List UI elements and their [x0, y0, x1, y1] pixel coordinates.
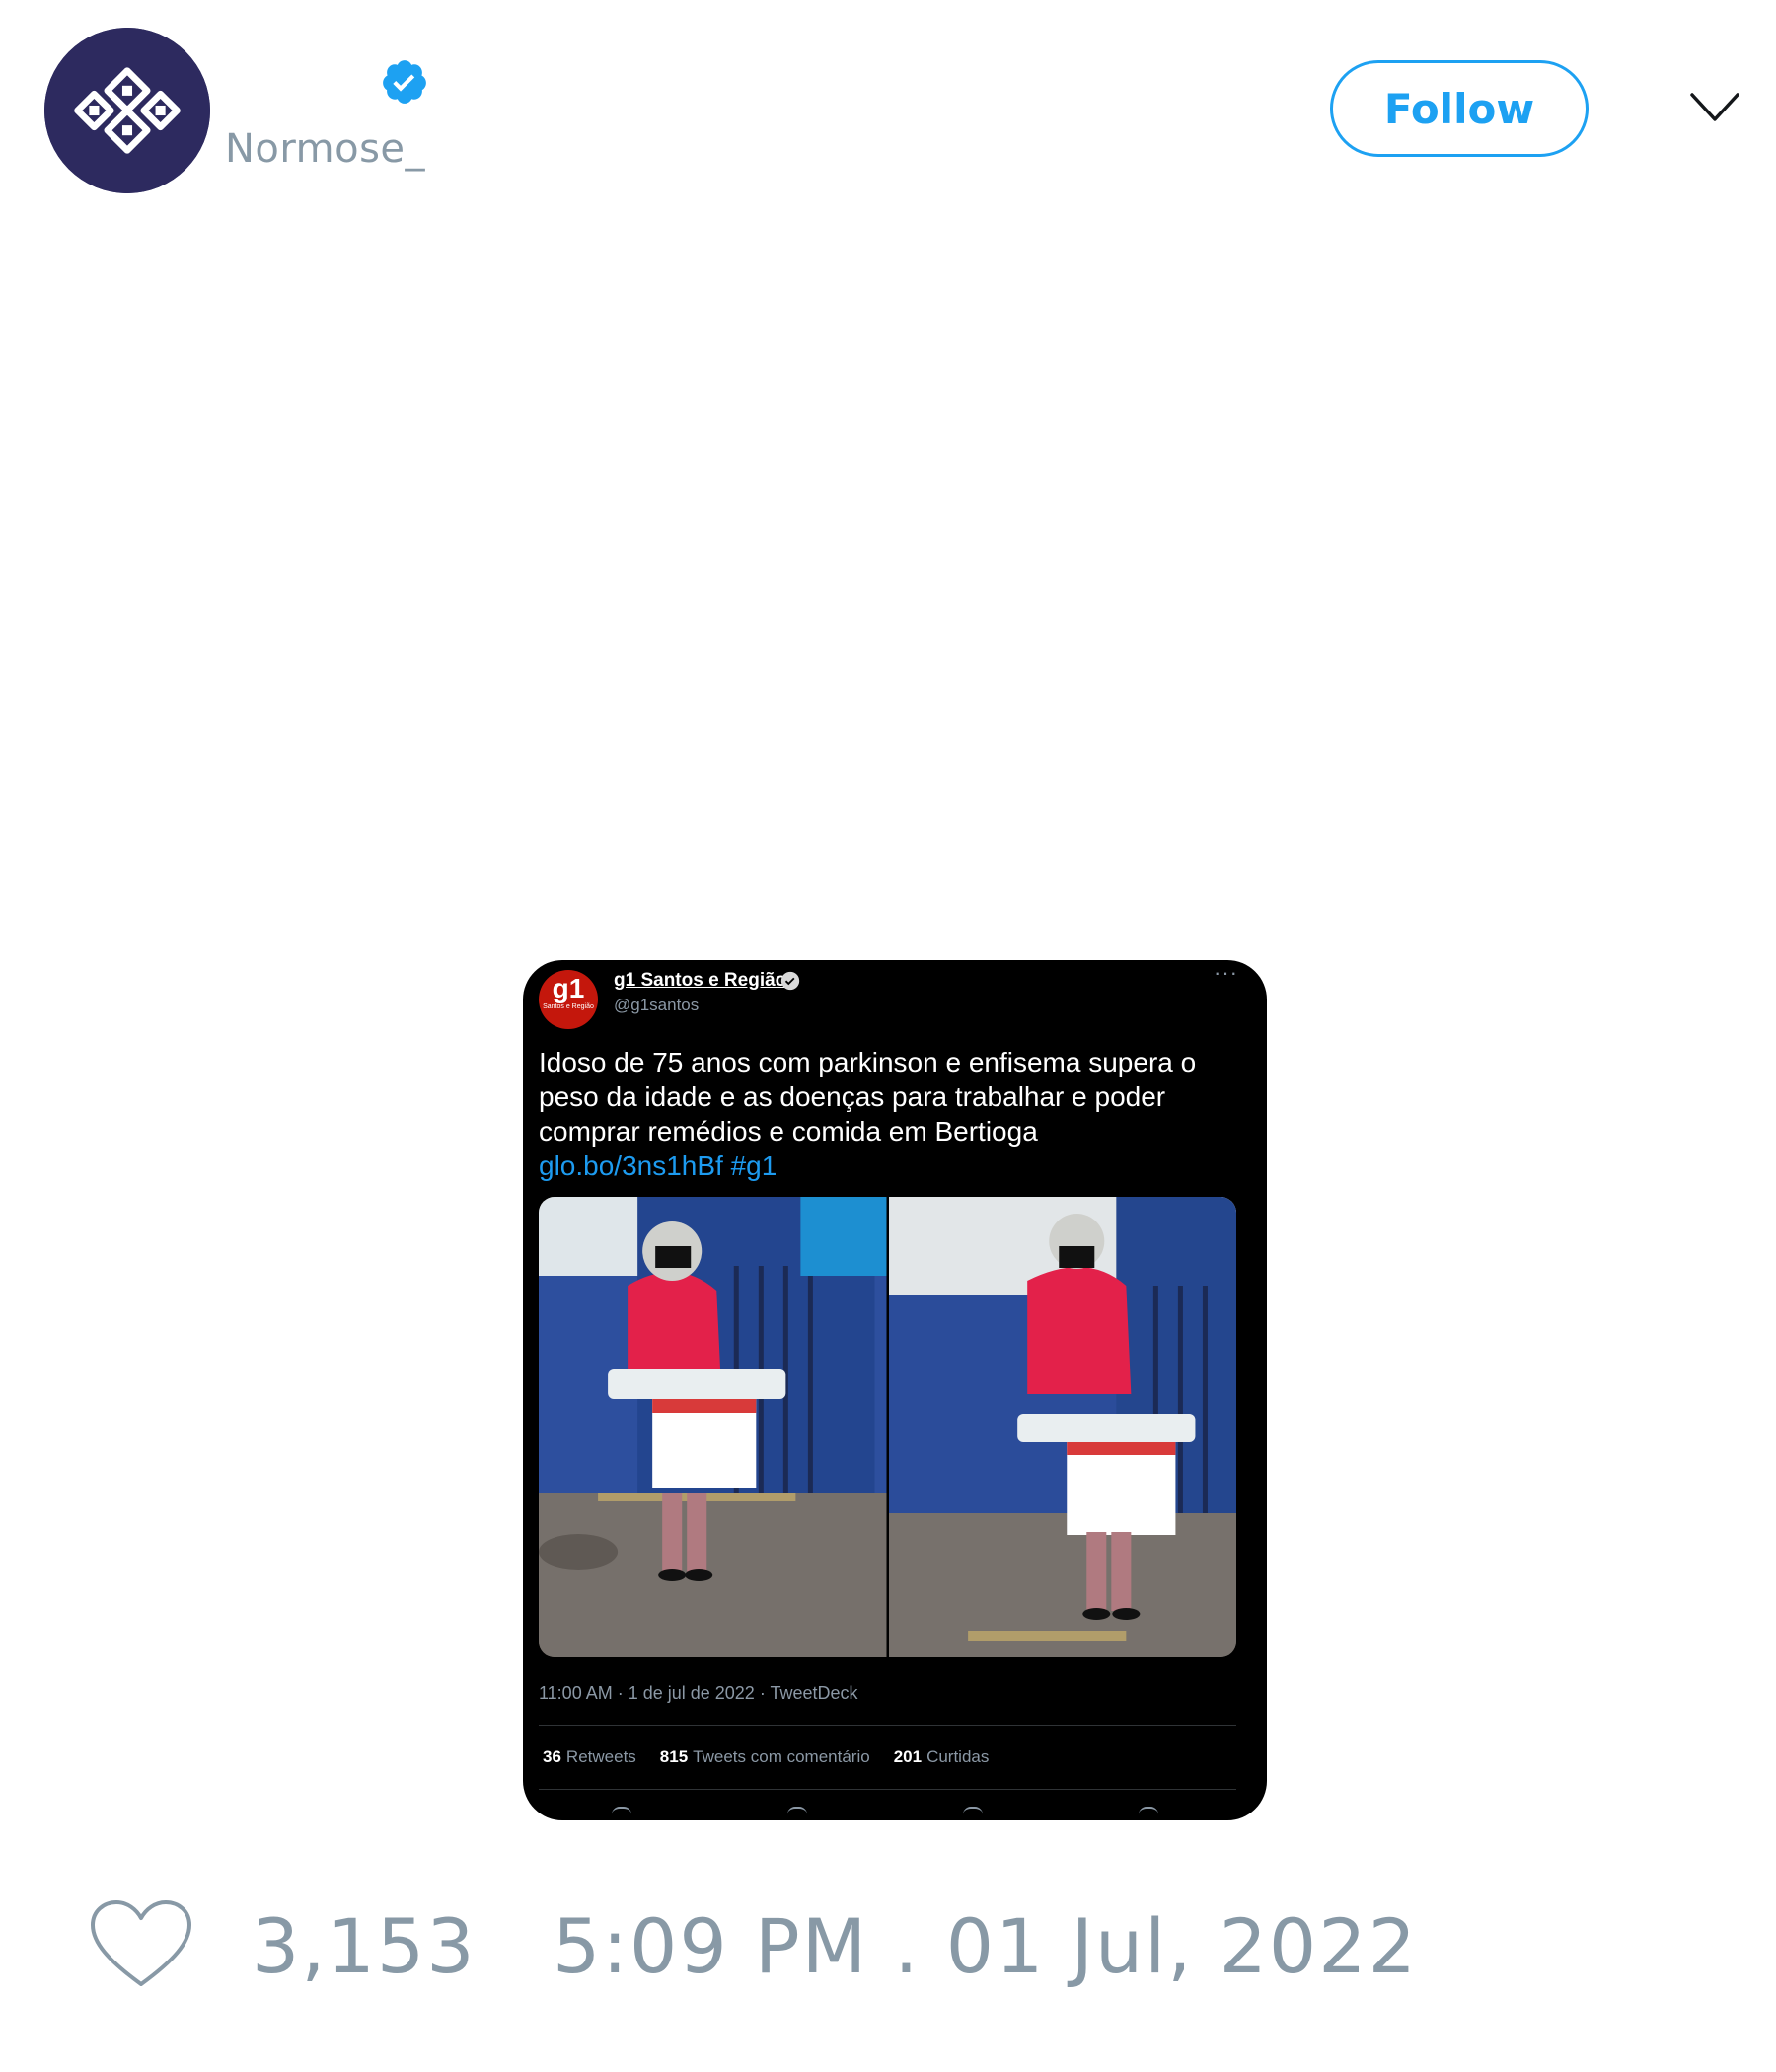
verified-badge-icon	[380, 57, 429, 107]
like-icon	[963, 1807, 983, 1820]
quotes-stat: 815 Tweets com comentário	[659, 1747, 870, 1766]
embedded-tweet-screenshot[interactable]: g1 Santos e Região g1 Santos e Região @g…	[523, 960, 1267, 1820]
divider	[539, 1789, 1236, 1790]
g1-logo: g1 Santos e Região	[539, 970, 598, 1029]
embedded-tweet-photos	[539, 1197, 1236, 1657]
embedded-author-handle: @g1santos	[614, 996, 700, 1014]
embedded-author-name: g1 Santos e Região	[614, 970, 787, 991]
geometric-pattern-logo	[44, 28, 210, 193]
share-icon	[1139, 1807, 1158, 1820]
user-handle[interactable]: Normose_	[225, 126, 425, 172]
embedded-tweet-body: Idoso de 75 anos com parkinson e enfisem…	[539, 1047, 1197, 1147]
more-icon: ···	[1214, 960, 1238, 985]
reply-icon	[612, 1807, 631, 1820]
retweet-icon	[787, 1807, 807, 1820]
likes-stat: 201 Curtidas	[893, 1747, 990, 1766]
embedded-tweet-actions	[523, 1807, 1267, 1820]
g1-logo-text: g1	[552, 973, 585, 1003]
embedded-tweet-stats: 36 Retweets 815 Tweets com comentário 201 C…	[543, 1747, 989, 1767]
avatar[interactable]	[44, 28, 210, 193]
embedded-tweet-link: glo.bo/3ns1hBf #g1	[539, 1150, 777, 1181]
like-count: 3,153	[252, 1902, 477, 1990]
retweets-stat: 36 Retweets	[543, 1747, 636, 1766]
chevron-down-icon[interactable]	[1689, 91, 1740, 124]
g1-logo-subtext: Santos e Região	[543, 1003, 594, 1010]
divider	[539, 1725, 1236, 1726]
photo-right	[888, 1197, 1236, 1657]
embedded-tweet-meta: 11:00 AM · 1 de jul de 2022 · TweetDeck	[539, 1683, 858, 1703]
embedded-tweet-text: Idoso de 75 anos com parkinson e enfisem…	[539, 1045, 1249, 1183]
verified-badge-icon	[779, 970, 801, 992]
follow-button[interactable]: Follow	[1330, 60, 1589, 157]
tweet-timestamp[interactable]: 5:09 PM . 01 Jul, 2022	[553, 1902, 1418, 1991]
heart-icon[interactable]	[89, 1899, 193, 1990]
photo-left	[539, 1197, 887, 1657]
